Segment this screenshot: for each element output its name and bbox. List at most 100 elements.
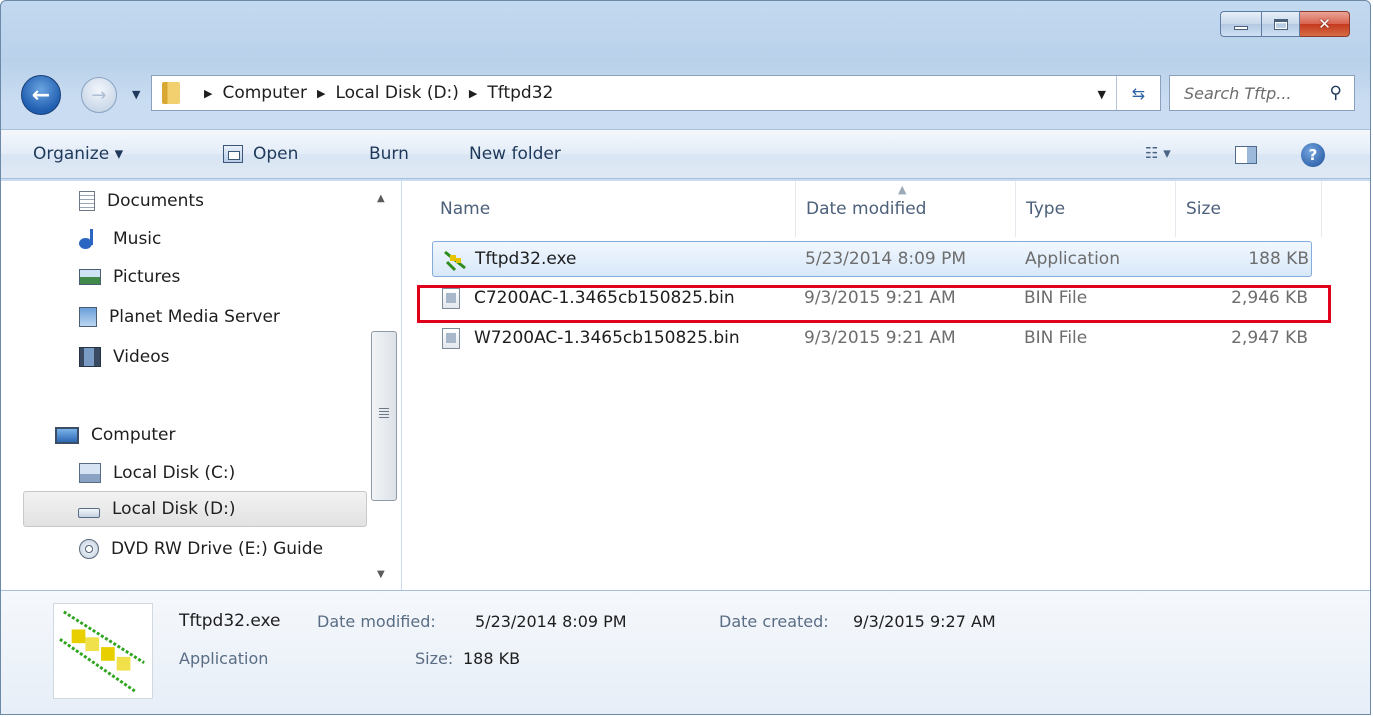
view-dropdown-arrow: ▾: [1163, 144, 1171, 162]
navigation-scrollbar[interactable]: ▲ ▼: [367, 181, 401, 590]
close-icon: ✕: [1318, 15, 1331, 33]
file-date: 5/23/2014 8:09 PM: [805, 249, 967, 269]
column-header-type[interactable]: Type: [1018, 181, 1176, 237]
nav-item-videos[interactable]: Videos: [79, 339, 170, 375]
chevron-right-icon[interactable]: ▶: [469, 87, 477, 100]
navigation-pane: Documents Music Pictures Planet Media Se…: [1, 181, 401, 590]
search-icon[interactable]: ⚲: [1330, 83, 1342, 103]
recent-pages-dropdown[interactable]: ▼: [132, 88, 140, 101]
back-button[interactable]: ←: [21, 75, 61, 115]
nav-item-computer[interactable]: Computer: [55, 417, 176, 453]
file-type: BIN File: [1024, 328, 1088, 348]
open-icon: [223, 145, 243, 163]
minimize-button[interactable]: [1220, 11, 1262, 37]
documents-icon: [79, 191, 95, 211]
help-icon: ?: [1308, 146, 1318, 164]
address-bar[interactable]: ▶ Computer ▶ Local Disk (D:) ▶ Tftpd32 ▼…: [151, 75, 1161, 111]
tftp-logo-icon: [59, 610, 145, 694]
nav-item-label: Local Disk (D:): [112, 499, 236, 519]
arrow-right-icon: →: [91, 84, 107, 106]
file-size: 2,947 KB: [1231, 328, 1308, 348]
forward-button[interactable]: →: [81, 77, 117, 113]
chevron-right-icon[interactable]: ▶: [317, 87, 325, 100]
music-icon: [79, 229, 101, 249]
details-date-modified-label: Date modified:: [317, 612, 436, 631]
arrow-left-icon: ←: [31, 82, 51, 108]
nav-item-label: Computer: [91, 425, 176, 445]
computer-icon: [55, 426, 79, 444]
table-row[interactable]: W7200AC-1.3465cb150825.bin 9/3/2015 9:21…: [432, 321, 1312, 357]
scrollbar-thumb[interactable]: [371, 331, 397, 501]
file-date: 9/3/2015 9:21 AM: [804, 328, 956, 348]
new-folder-button[interactable]: New folder: [469, 144, 561, 164]
nav-item-documents[interactable]: Documents: [79, 183, 204, 219]
media-server-icon: [79, 307, 97, 327]
tftpd32-app-icon: [444, 250, 466, 272]
column-header-date-modified[interactable]: Date modified: [798, 181, 1016, 237]
maximize-button[interactable]: [1262, 11, 1300, 37]
details-date-modified: 5/23/2014 8:09 PM: [475, 612, 627, 631]
file-type: Application: [1025, 249, 1120, 269]
local-disk-icon: [78, 508, 100, 518]
close-button[interactable]: ✕: [1300, 11, 1350, 37]
folder-icon: [162, 82, 180, 104]
nav-item-label: Pictures: [113, 267, 181, 287]
address-history-dropdown[interactable]: ▼: [1098, 88, 1106, 101]
scroll-up-icon[interactable]: ▲: [377, 193, 385, 204]
details-date-created: 9/3/2015 9:27 AM: [853, 612, 996, 631]
breadcrumb-local-disk-d[interactable]: Local Disk (D:): [335, 83, 458, 103]
pictures-icon: [79, 269, 101, 285]
nav-item-label: Planet Media Server: [109, 307, 280, 327]
file-list: Name ▲ Date modified Type Size Tftpd32.e…: [402, 181, 1370, 590]
view-list-icon: ☷: [1145, 144, 1159, 162]
change-view-button[interactable]: ☷ ▾: [1145, 144, 1171, 162]
details-size: 188 KB: [463, 649, 521, 668]
column-header-name[interactable]: Name: [432, 181, 796, 237]
chevron-right-icon[interactable]: ▶: [204, 87, 212, 100]
table-row[interactable]: Tftpd32.exe 5/23/2014 8:09 PM Applicatio…: [432, 241, 1312, 277]
nav-item-label: Documents: [107, 191, 204, 211]
nav-item-local-disk-c[interactable]: Local Disk (C:): [79, 455, 235, 491]
search-box[interactable]: Search Tftp... ⚲: [1169, 75, 1355, 111]
refresh-button[interactable]: ⇆: [1116, 76, 1160, 110]
highlight-box: [417, 285, 1331, 323]
videos-icon: [79, 347, 101, 367]
window-controls: ✕: [1220, 11, 1350, 37]
file-thumbnail: [53, 603, 153, 699]
maximize-icon: [1273, 18, 1288, 30]
help-button[interactable]: ?: [1301, 143, 1325, 167]
details-pane: Tftpd32.exe Date modified: 5/23/2014 8:0…: [1, 590, 1370, 714]
details-size-label: Size:: [415, 649, 454, 668]
column-header-size[interactable]: Size: [1178, 181, 1322, 237]
nav-item-label: Music: [113, 229, 162, 249]
dvd-drive-icon: [79, 539, 99, 559]
details-date-created-label: Date created:: [719, 612, 829, 631]
scroll-down-icon[interactable]: ▼: [377, 569, 385, 580]
nav-item-label: Local Disk (C:): [113, 463, 236, 483]
nav-item-dvd-rw-drive[interactable]: DVD RW Drive (E:) Guide: [79, 531, 323, 567]
file-size: 188 KB: [1248, 249, 1309, 269]
open-label: Open: [253, 144, 299, 164]
nav-item-music[interactable]: Music: [79, 221, 161, 257]
command-bar: Organize ▾ Open Burn New folder ☷ ▾ ?: [1, 129, 1370, 179]
nav-item-label: DVD RW Drive (E:) Guide: [111, 539, 324, 559]
grip-icon: [379, 408, 389, 418]
nav-item-label: Videos: [113, 347, 170, 367]
burn-button[interactable]: Burn: [369, 144, 409, 164]
nav-item-local-disk-d[interactable]: Local Disk (D:): [23, 491, 367, 527]
nav-item-pictures[interactable]: Pictures: [79, 259, 180, 295]
nav-item-planet-media-server[interactable]: Planet Media Server: [79, 299, 280, 335]
search-input[interactable]: Search Tftp...: [1184, 84, 1292, 103]
details-file-name: Tftpd32.exe: [179, 611, 281, 631]
breadcrumb-tftpd32[interactable]: Tftpd32: [487, 83, 553, 103]
refresh-icon: ⇆: [1131, 83, 1146, 103]
open-button[interactable]: Open: [223, 144, 298, 164]
local-disk-icon: [79, 463, 101, 483]
minimize-icon: [1234, 26, 1248, 30]
file-name: W7200AC-1.3465cb150825.bin: [474, 328, 740, 348]
breadcrumb-computer[interactable]: Computer: [222, 83, 307, 103]
details-file-type: Application: [179, 649, 269, 668]
preview-pane-button[interactable]: [1235, 146, 1257, 164]
organize-button[interactable]: Organize ▾: [33, 144, 123, 164]
explorer-window: ✕ ← → ▼ ▶ Computer ▶ Local Disk (D:) ▶ T…: [0, 0, 1371, 715]
